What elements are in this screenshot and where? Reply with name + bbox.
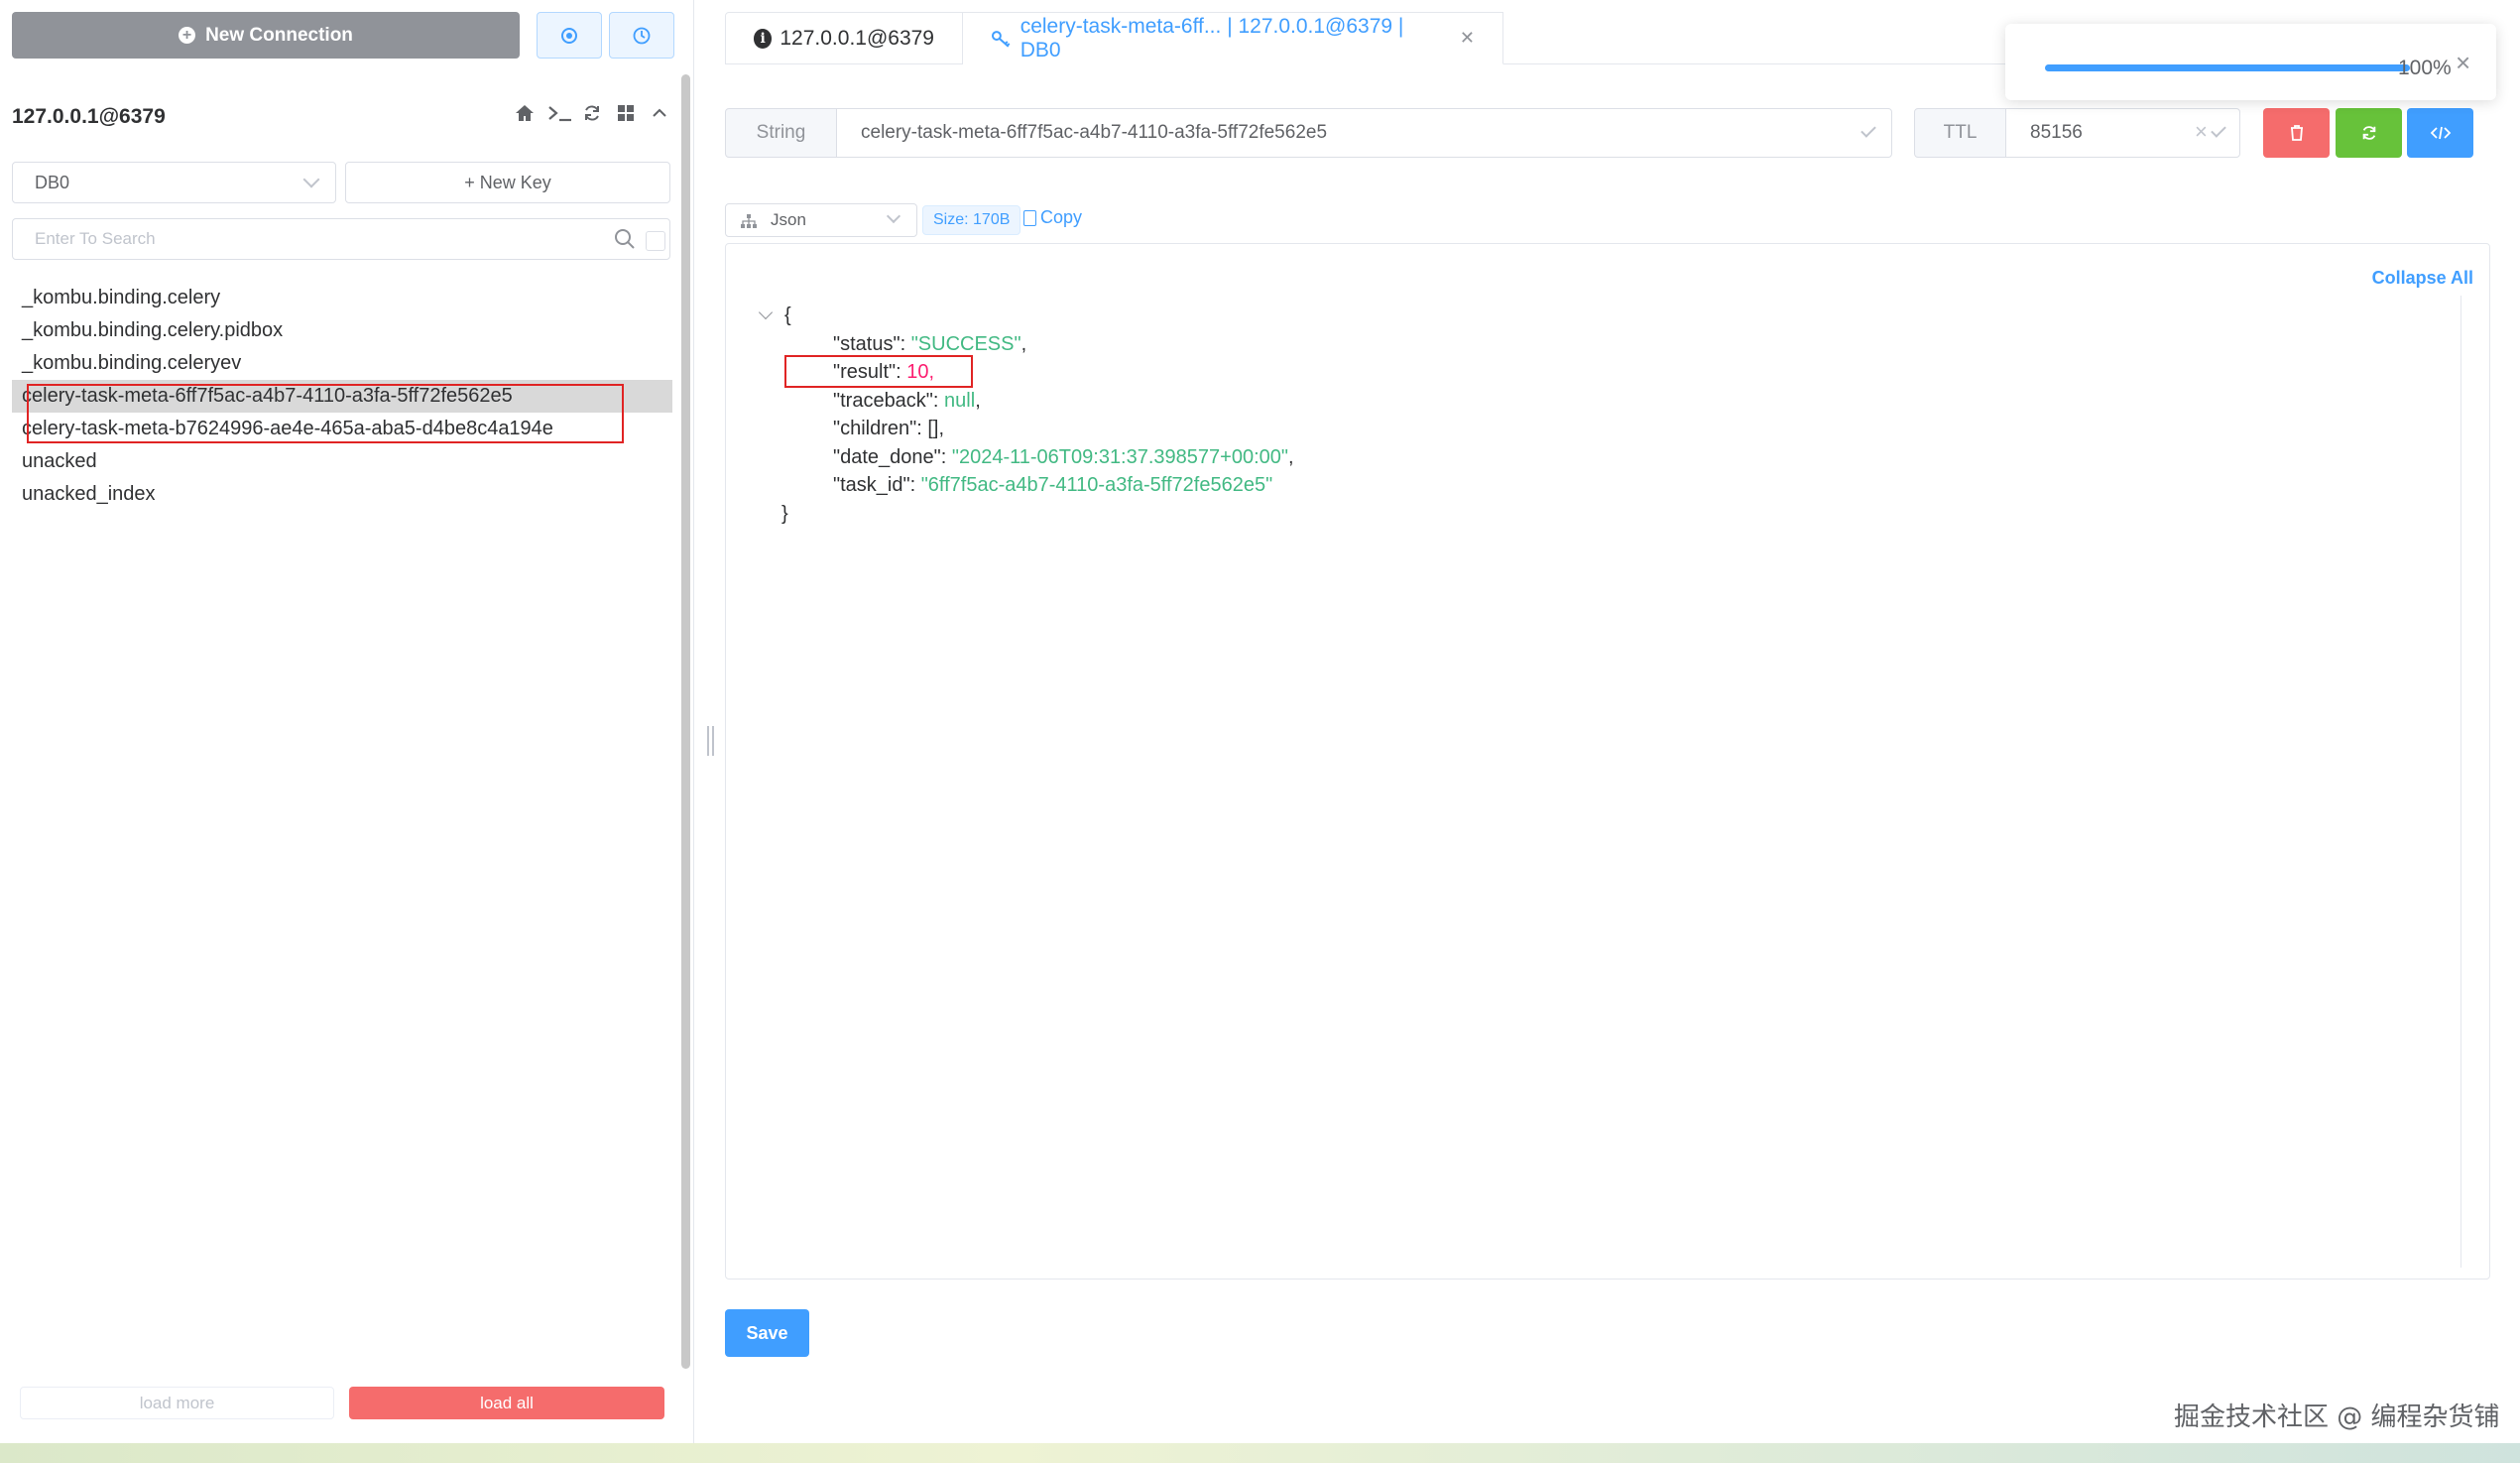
trash-icon — [2290, 125, 2303, 141]
refresh-icon[interactable] — [581, 103, 603, 129]
clock-icon — [633, 27, 651, 44]
json-row-traceback: "traceback": null, — [833, 389, 981, 412]
chevron-down-icon — [302, 171, 320, 188]
info-icon: i — [754, 28, 773, 49]
json-key: "status" — [833, 332, 900, 355]
key-list-item[interactable]: _kombu.binding.celeryev — [12, 347, 672, 380]
format-select[interactable]: Json — [725, 203, 917, 237]
ttl-value: 85156 — [2030, 122, 2083, 143]
tab-connection-label: 127.0.0.1@6379 — [780, 26, 934, 50]
watermark: 掘金技术社区 @ 编程杂货铺 — [2174, 1402, 2500, 1432]
search-input[interactable] — [13, 219, 588, 259]
tab-connection-status[interactable]: i 127.0.0.1@6379 — [725, 12, 963, 64]
key-list-item[interactable]: unacked — [12, 445, 672, 478]
json-row-children: "children": [], — [833, 418, 945, 439]
db-select-value: DB0 — [35, 172, 70, 192]
clear-icon[interactable]: × — [2195, 119, 2208, 145]
connection-title: 127.0.0.1@6379 — [12, 105, 166, 128]
key-list-item[interactable]: _kombu.binding.celery — [12, 282, 672, 314]
highlight-box — [27, 384, 624, 443]
save-button[interactable]: Save — [725, 1309, 809, 1357]
taskbar-strip — [0, 1443, 2520, 1463]
json-key: "children" — [833, 418, 917, 439]
json-tree: { "status": "SUCCESS", "result": 10, "tr… — [756, 302, 1294, 528]
code-icon — [2430, 126, 2451, 140]
check-icon[interactable] — [1860, 122, 1876, 138]
json-value: "SUCCESS" — [910, 332, 1021, 355]
key-icon — [991, 30, 1011, 48]
new-connection-button[interactable]: + New Connection — [12, 12, 520, 59]
json-viewer: Collapse All { "status": "SUCCESS", "res… — [725, 243, 2490, 1280]
sidebar-scrollbar[interactable] — [681, 74, 690, 1369]
new-connection-label: New Connection — [205, 24, 353, 46]
grid-icon[interactable] — [615, 103, 637, 129]
json-value: null — [944, 389, 976, 412]
json-row-date-done: "date_done": "2024-11-06T09:31:37.398577… — [833, 445, 1294, 468]
key-list-item[interactable]: unacked_index — [12, 478, 672, 511]
close-icon[interactable]: × — [2456, 48, 2470, 78]
chevron-up-icon[interactable] — [649, 103, 670, 129]
key-name-input[interactable]: celery-task-meta-6ff7f5ac-a4b7-4110-a3fa… — [836, 108, 1892, 158]
tab-key-detail[interactable]: celery-task-meta-6ff... | 127.0.0.1@6379… — [963, 12, 1503, 64]
resize-handle[interactable] — [707, 726, 714, 756]
delete-key-button[interactable] — [2263, 108, 2330, 158]
progress-fill — [2045, 64, 2410, 71]
format-select-value: Json — [771, 210, 806, 229]
json-value: "6ff7f5ac-a4b7-4110-a3fa-5ff72fe562e5" — [920, 474, 1273, 496]
progress-text: 100% — [2398, 57, 2452, 79]
search-icon[interactable] — [614, 228, 636, 250]
refresh-key-button[interactable] — [2336, 108, 2402, 158]
json-brace: { — [784, 305, 791, 326]
viewer-scrollbar[interactable] — [2460, 296, 2461, 1268]
key-search — [12, 218, 670, 260]
connection-sidebar: + New Connection 127.0.0.1@6379 DB0 + Ne… — [0, 0, 684, 1443]
tab-key-label: celery-task-meta-6ff... | 127.0.0.1@6379… — [1020, 14, 1404, 61]
json-close-row: } — [756, 500, 1294, 529]
copy-button[interactable]: Copy — [1023, 207, 1082, 228]
panel-divider — [693, 0, 694, 1443]
history-button[interactable] — [609, 12, 674, 59]
settings-button[interactable] — [537, 12, 602, 59]
chevron-down-icon[interactable] — [758, 305, 774, 320]
size-badge: Size: 170B — [922, 205, 1021, 235]
close-icon[interactable]: ✕ — [1460, 28, 1475, 49]
progress-bar — [2045, 64, 2410, 71]
json-key: "task_id" — [833, 474, 910, 496]
db-select[interactable]: DB0 — [12, 162, 336, 203]
ttl-label: TTL — [1914, 108, 2006, 158]
json-open-row: { — [756, 302, 1294, 330]
chevron-down-icon — [886, 208, 901, 224]
dump-command-button[interactable] — [2407, 108, 2473, 158]
key-type-label: String — [725, 108, 837, 158]
json-row-status: "status": "SUCCESS", — [833, 332, 1027, 355]
collapse-all-button[interactable]: Collapse All — [2372, 268, 2473, 289]
gear-icon — [561, 27, 577, 44]
refresh-icon — [2362, 126, 2375, 140]
json-row-task-id: "task_id": "6ff7f5ac-a4b7-4110-a3fa-5ff7… — [833, 474, 1273, 496]
json-key: "date_done" — [833, 445, 941, 468]
progress-notification: 100% × — [2005, 24, 2496, 100]
copy-label: Copy — [1040, 207, 1083, 227]
tab-bar: i 127.0.0.1@6379 celery-task-meta-6ff...… — [725, 12, 1503, 64]
highlight-box — [784, 355, 973, 388]
key-list-item[interactable]: _kombu.binding.celery.pidbox — [12, 314, 672, 347]
terminal-icon[interactable] — [547, 103, 571, 129]
tree-icon — [741, 214, 757, 228]
ttl-input[interactable]: 85156 × — [2005, 108, 2240, 158]
copy-icon — [1023, 209, 1036, 226]
connection-toolbar — [514, 103, 670, 129]
plus-circle-icon: + — [179, 27, 196, 44]
json-value: [] — [927, 418, 939, 439]
key-name-value: celery-task-meta-6ff7f5ac-a4b7-4110-a3fa… — [861, 122, 1328, 143]
new-key-button[interactable]: + New Key — [345, 162, 670, 203]
exact-search-checkbox[interactable] — [646, 231, 665, 251]
json-value: "2024-11-06T09:31:37.398577+00:00" — [951, 445, 1288, 468]
json-key: "traceback" — [833, 389, 933, 412]
home-icon[interactable] — [514, 103, 536, 129]
check-icon[interactable] — [2211, 122, 2226, 138]
load-all-button[interactable]: load all — [349, 1387, 664, 1419]
json-brace: } — [781, 502, 788, 525]
load-more-button[interactable]: load more — [20, 1387, 334, 1419]
